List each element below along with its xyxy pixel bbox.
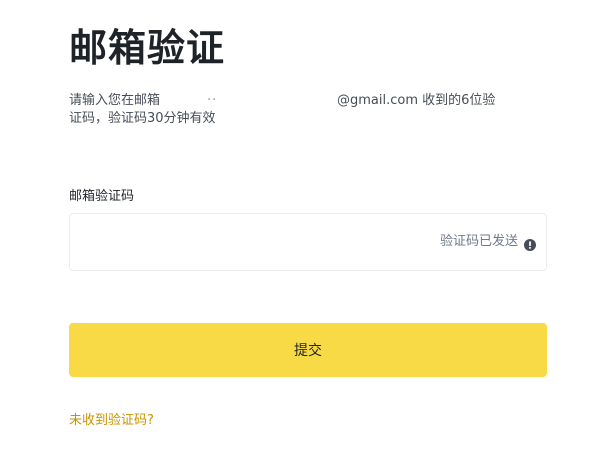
instructions-line2: 证码，验证码30分钟有效: [69, 111, 216, 126]
instructions-suffix: @gmail.com 收到的6位验: [337, 93, 496, 108]
code-input-wrapper[interactable]: 验证码已发送: [69, 213, 547, 272]
instructions-text: 请输入您在邮箱 .. @gmail.com 收到的6位验 证码，验证码30分钟有…: [69, 89, 539, 128]
page-title: 邮箱验证: [69, 26, 226, 70]
info-icon[interactable]: [524, 236, 536, 251]
code-sent-status: 验证码已发送: [440, 233, 536, 251]
code-field-label: 邮箱验证码: [69, 189, 135, 204]
masked-email: ..: [207, 89, 218, 104]
email-verification-page: 邮箱验证 请输入您在邮箱 .. @gmail.com 收到的6位验 证码，验证码…: [0, 0, 606, 457]
resend-code-link[interactable]: 未收到验证码?: [69, 412, 154, 430]
submit-button[interactable]: 提交: [69, 323, 547, 377]
instructions-prefix: 请输入您在邮箱: [69, 93, 161, 108]
code-sent-text: 验证码已发送: [439, 234, 518, 249]
code-input[interactable]: [82, 214, 386, 272]
